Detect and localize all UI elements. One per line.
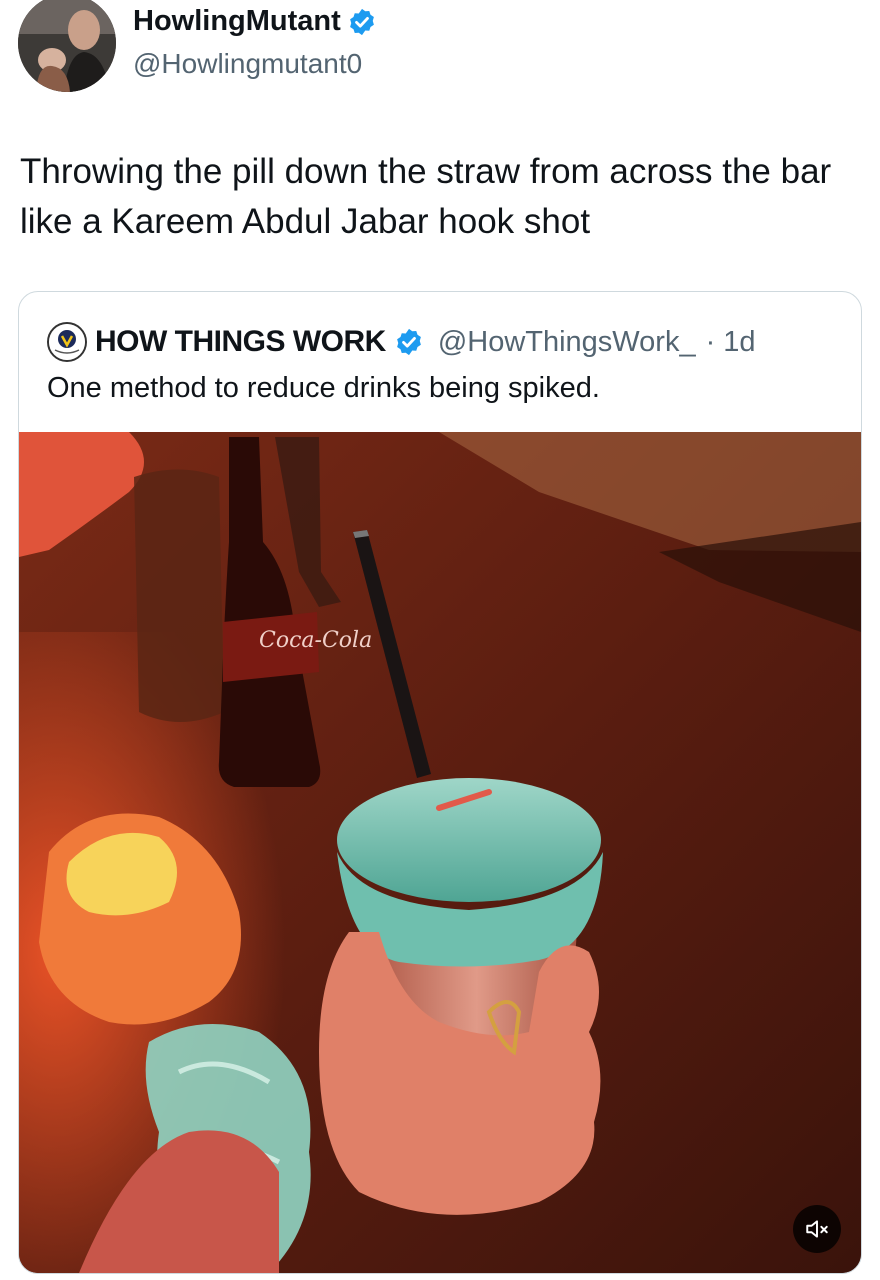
- quoted-author-handle[interactable]: @HowThingsWork_: [438, 326, 696, 359]
- mute-button[interactable]: [793, 1205, 841, 1253]
- quoted-tweet-card[interactable]: HOW THINGS WORK @HowThingsWork_ · 1d One…: [18, 291, 862, 1274]
- speaker-muted-icon: [804, 1216, 830, 1242]
- quoted-tweet-text: One method to reduce drinks being spiked…: [47, 372, 600, 404]
- quoted-tweet-video[interactable]: Coca-Cola: [19, 432, 861, 1273]
- bottle-label: Coca-Cola: [259, 628, 372, 653]
- author-avatar[interactable]: [18, 0, 116, 92]
- author-name[interactable]: HowlingMutant: [133, 5, 377, 38]
- verified-badge-icon: [347, 7, 377, 37]
- author-name-text[interactable]: HowlingMutant: [133, 5, 341, 38]
- quoted-author-avatar[interactable]: [47, 322, 87, 362]
- quoted-tweet-time[interactable]: · 1d: [706, 326, 756, 359]
- author-handle[interactable]: @Howlingmutant0: [133, 48, 362, 80]
- quoted-verified-badge-icon: [394, 327, 424, 357]
- quoted-author-name[interactable]: HOW THINGS WORK: [95, 325, 386, 359]
- tweet-text: Throwing the pill down the straw from ac…: [20, 152, 832, 241]
- quoted-tweet-header: HOW THINGS WORK @HowThingsWork_ · 1d: [47, 322, 756, 362]
- background-glass: [134, 469, 224, 722]
